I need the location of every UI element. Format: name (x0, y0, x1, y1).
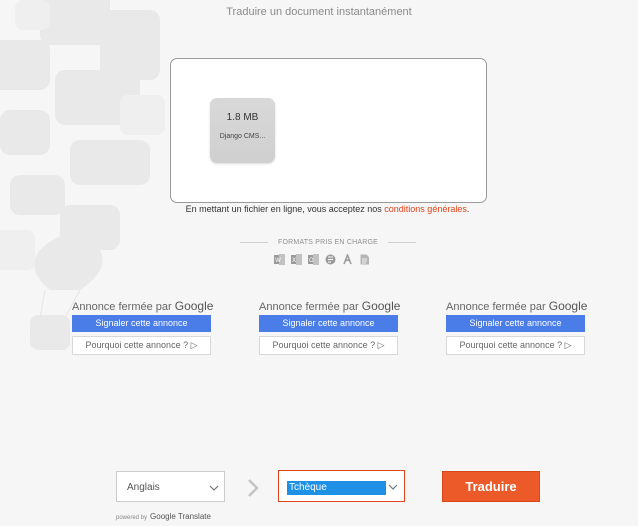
terms-notice: En mettant un fichier en ligne, vous acc… (0, 204, 638, 214)
pdf-icon (343, 253, 352, 264)
ad-closed-notice: Annonce fermée par Google (259, 299, 401, 313)
why-this-ad-button[interactable]: Pourquoi cette annonce ? ▷ (259, 336, 398, 355)
svg-text:W: W (275, 257, 281, 264)
excel-icon: X (291, 253, 302, 265)
uploaded-file-card[interactable]: 1.8 MB Django CMS... (210, 98, 275, 163)
why-this-ad-button[interactable]: Pourquoi cette annonce ? ▷ (72, 336, 211, 355)
powered-by-label: powered by (116, 515, 148, 521)
supported-formats-header: FORMATS PRIS EN CHARGE (240, 236, 417, 248)
page-headline: Traduire un document instantanément (226, 6, 412, 18)
supported-formats-title: FORMATS PRIS EN CHARGE (278, 238, 378, 246)
chevron-right-icon (248, 479, 259, 497)
outlook-icon: O (308, 253, 319, 265)
text-file-icon (360, 254, 369, 264)
terms-link[interactable]: conditions générales (384, 204, 467, 214)
file-drop-zone[interactable]: 1.8 MB Django CMS... (170, 58, 487, 203)
report-ad-button[interactable]: Signaler cette annonce (72, 315, 211, 332)
file-name: Django CMS... (219, 133, 266, 140)
powered-by-google-translate: powered by Google Translate (116, 512, 211, 521)
divider (240, 241, 269, 243)
ad-slot: Annonce fermée par Google Signaler cette… (446, 299, 588, 355)
supported-format-icons: W X O (274, 252, 384, 266)
powerpoint-icon (325, 254, 336, 264)
svg-text:O: O (309, 257, 314, 264)
svg-text:X: X (292, 257, 296, 264)
chevron-down-icon (388, 484, 398, 490)
target-language-value: Tchèque (287, 481, 386, 495)
target-language-select[interactable]: Tchèque (278, 470, 405, 502)
ad-slot: Annonce fermée par Google Signaler cette… (259, 299, 401, 355)
google-translate-logo: Google Translate (150, 512, 211, 521)
divider (387, 241, 417, 243)
terms-prefix: En mettant un fichier en ligne, vous acc… (185, 204, 382, 214)
ad-closed-notice: Annonce fermée par Google (72, 299, 214, 313)
why-this-ad-button[interactable]: Pourquoi cette annonce ? ▷ (446, 336, 585, 355)
report-ad-button[interactable]: Signaler cette annonce (446, 315, 585, 332)
translate-button[interactable]: Traduire (442, 471, 540, 502)
chevron-down-icon (209, 485, 219, 491)
ad-closed-notice: Annonce fermée par Google (446, 299, 588, 313)
source-language-value: Anglais (127, 482, 160, 493)
file-size: 1.8 MB (226, 112, 259, 123)
report-ad-button[interactable]: Signaler cette annonce (259, 315, 398, 332)
ad-slot: Annonce fermée par Google Signaler cette… (72, 299, 214, 355)
word-icon: W (274, 253, 285, 265)
terms-suffix: . (466, 204, 470, 214)
source-language-select[interactable]: Anglais (116, 471, 225, 502)
